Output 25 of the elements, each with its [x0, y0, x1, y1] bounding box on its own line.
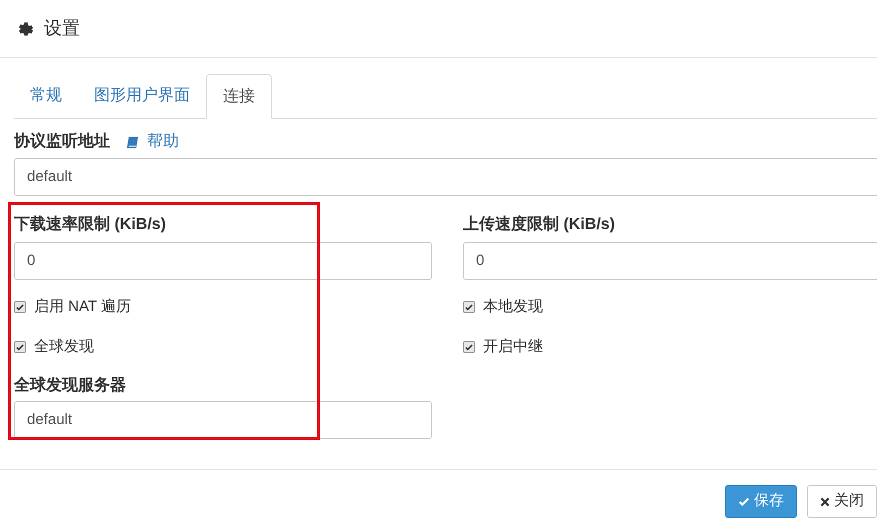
input-field[interactable]: default: [14, 158, 877, 196]
tab[interactable]: 常规: [14, 74, 78, 118]
book-icon: [126, 136, 139, 148]
close-icon: [820, 496, 830, 506]
close-button[interactable]: 关闭: [807, 485, 877, 518]
checkbox-label: 启用 NAT 遍历: [34, 296, 131, 317]
checkbox[interactable]: [463, 341, 475, 353]
tab[interactable]: 连接: [206, 74, 272, 119]
input-field[interactable]: 0: [14, 242, 432, 280]
checkbox[interactable]: [14, 341, 26, 353]
checkbox[interactable]: [14, 301, 26, 313]
input-field[interactable]: 0: [463, 242, 877, 280]
help-link[interactable]: 帮助: [147, 130, 179, 154]
input-field[interactable]: default: [14, 401, 432, 439]
checkbox-label: 本地发现: [483, 296, 543, 317]
check-icon: [738, 496, 750, 508]
tab[interactable]: 图形用户界面: [78, 74, 206, 118]
field-label: 全球发现服务器: [14, 376, 127, 396]
field-label: 下载速率限制 (KiB/s): [14, 214, 167, 235]
field-label: 上传速度限制 (KiB/s): [463, 214, 616, 235]
checkbox-label: 全球发现: [34, 336, 94, 357]
checkbox[interactable]: [463, 301, 475, 313]
window-title: 设置: [44, 17, 80, 40]
checkbox-label: 开启中继: [483, 336, 543, 357]
field-label: 协议监听地址: [14, 131, 110, 152]
